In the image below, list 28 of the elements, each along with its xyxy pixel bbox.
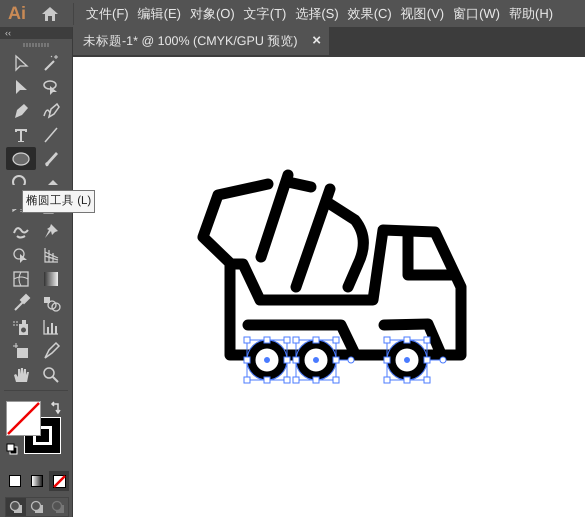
artboard-icon[interactable] bbox=[11, 340, 31, 360]
zoom-icon[interactable] bbox=[41, 364, 61, 384]
menu-item[interactable]: 视图(V) bbox=[400, 4, 444, 24]
home-icon[interactable] bbox=[41, 6, 59, 22]
menu-item[interactable]: 窗口(W) bbox=[453, 4, 500, 24]
app-logo: Ai bbox=[8, 2, 26, 25]
swap-arrow-icon[interactable] bbox=[50, 401, 62, 415]
selection-handles[interactable] bbox=[244, 336, 446, 384]
none-mode-button[interactable] bbox=[49, 471, 69, 491]
fill-stroke-swatches[interactable] bbox=[6, 401, 61, 454]
menu-item[interactable]: 对象(O) bbox=[190, 4, 235, 24]
grip-icon[interactable] bbox=[23, 43, 49, 47]
menu-item[interactable]: 文件(F) bbox=[86, 4, 129, 24]
draw-normal-button[interactable] bbox=[6, 498, 26, 516]
collapse-button[interactable]: ‹‹ bbox=[5, 28, 11, 38]
mesh-icon[interactable] bbox=[11, 268, 31, 288]
curvature-pen-icon[interactable] bbox=[41, 100, 61, 120]
tooltip: 椭圆工具 (L) bbox=[22, 190, 96, 214]
menu-item[interactable]: 选择(S) bbox=[295, 4, 339, 24]
default-colors-icon[interactable] bbox=[6, 443, 18, 455]
close-button[interactable]: × bbox=[312, 30, 321, 52]
document-tab[interactable]: 未标题-1* @ 100% (CMYK/GPU 预览) × bbox=[73, 27, 329, 55]
selected-tool-button[interactable] bbox=[6, 147, 36, 170]
menu-item[interactable]: 文字(T) bbox=[244, 4, 286, 24]
menu-item[interactable]: 效果(C) bbox=[348, 4, 392, 24]
menu-item[interactable]: 编辑(E) bbox=[138, 4, 181, 24]
menu-item[interactable]: 帮助(H) bbox=[509, 4, 554, 24]
document-title: 未标题-1* @ 100% (CMYK/GPU 预览) bbox=[83, 32, 298, 50]
